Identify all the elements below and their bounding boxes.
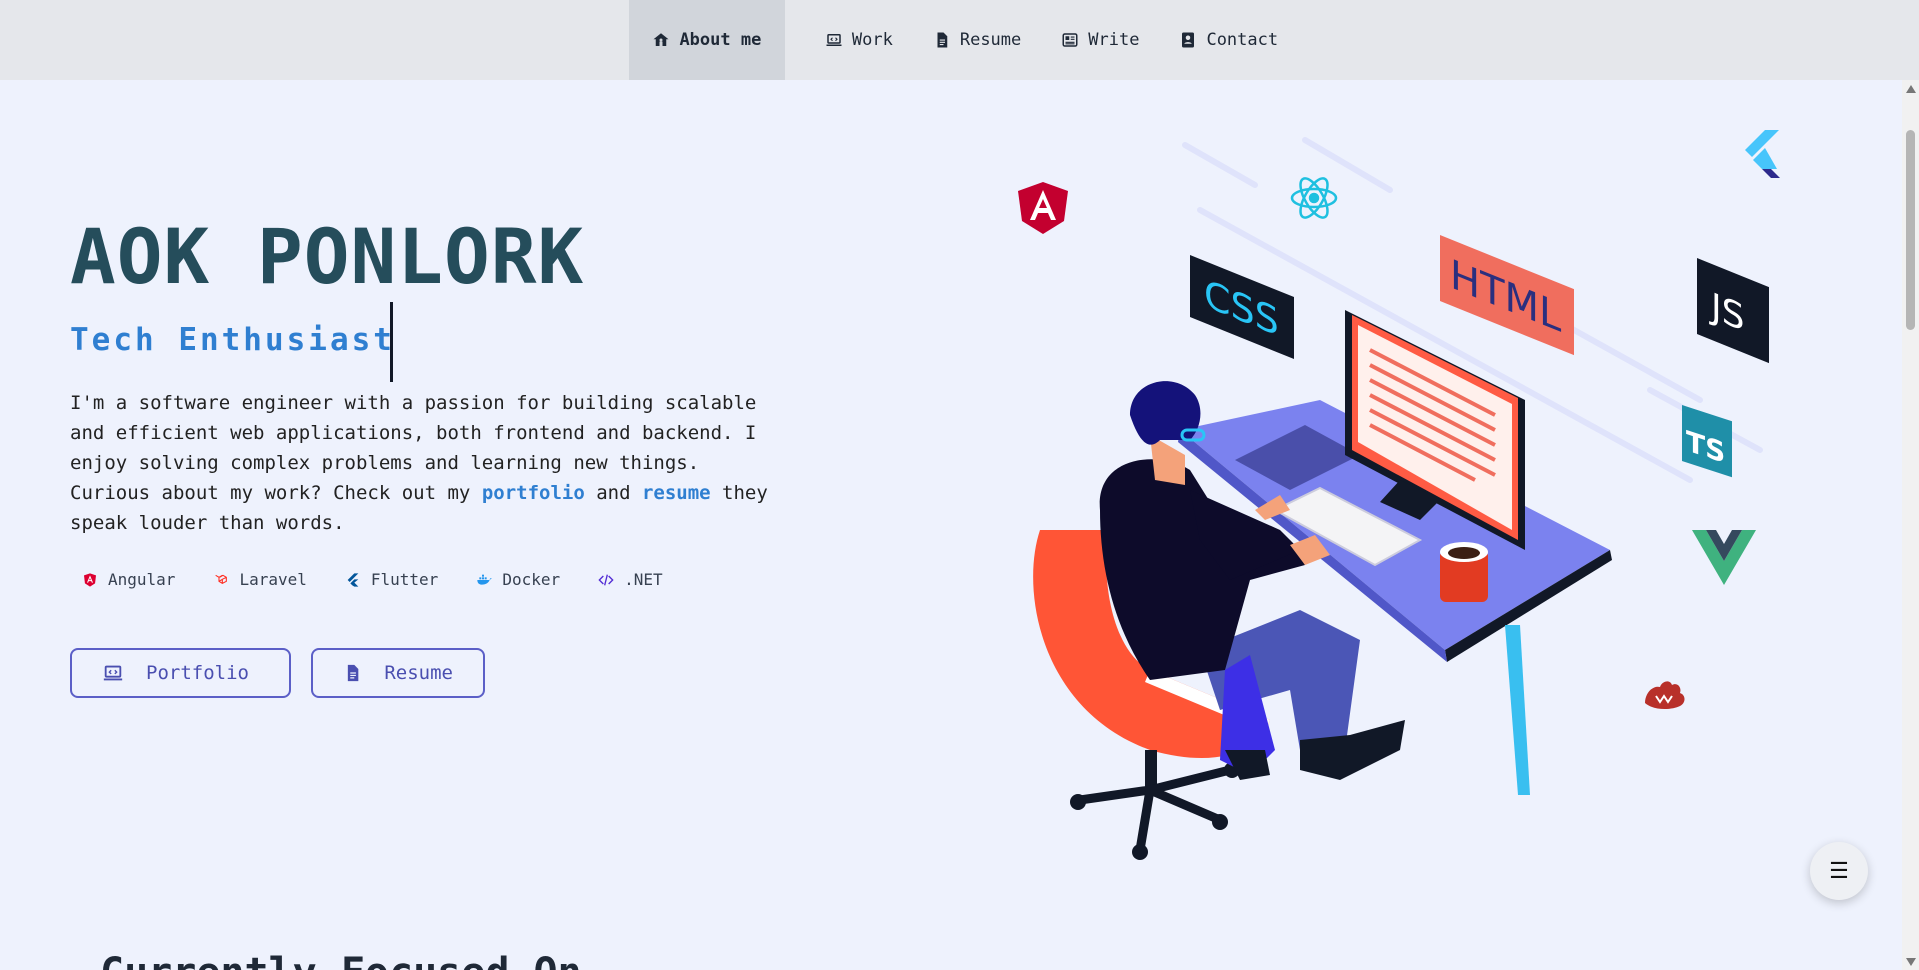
- floating-menu-button[interactable]: ☰: [1810, 842, 1868, 900]
- css-tile: CSS: [1190, 255, 1294, 360]
- newspaper-icon: [1062, 33, 1078, 47]
- code-icon: [598, 574, 614, 585]
- tech-label: Flutter: [370, 570, 439, 589]
- tech-item-laravel: Laravel: [213, 570, 307, 589]
- flutter-logo-icon: [1745, 130, 1780, 178]
- nav-label: Resume: [959, 30, 1022, 50]
- tech-label: .NET: [624, 570, 663, 589]
- home-icon: [653, 33, 669, 46]
- nav-item-about[interactable]: About me: [628, 0, 785, 80]
- tech-item-docker: Docker: [476, 570, 560, 589]
- hamburger-icon: ☰: [1829, 858, 1849, 884]
- angular-icon: [84, 572, 96, 587]
- laravel-logo-icon: [1645, 681, 1685, 710]
- nav-label: About me: [679, 30, 762, 50]
- laptop-code-icon: [103, 665, 123, 681]
- top-navigation: About me Work Resume Write Contact: [0, 0, 1919, 80]
- file-icon: [347, 664, 359, 682]
- tech-label: Angular: [108, 570, 176, 589]
- scroll-up-arrow-icon[interactable]: [1902, 80, 1919, 97]
- tech-label: Laravel: [239, 570, 307, 589]
- nav-item-work[interactable]: Work: [805, 0, 913, 80]
- tech-label: Docker: [502, 570, 561, 589]
- vue-logo-icon: [1692, 530, 1756, 585]
- nav-item-resume[interactable]: Resume: [913, 0, 1041, 80]
- angular-badge-icon: [1018, 182, 1068, 234]
- nav-label: Work: [851, 30, 893, 50]
- contact-book-icon: [1182, 32, 1195, 48]
- portfolio-link[interactable]: portfolio: [482, 482, 585, 504]
- file-icon: [937, 32, 948, 48]
- nav-item-write[interactable]: Write: [1041, 0, 1159, 80]
- typing-caret: [390, 302, 393, 382]
- hero-buttons: Portfolio Resume: [70, 648, 485, 698]
- developer-illustration: CSS HTML JS TS: [1018, 130, 1780, 860]
- html-tile: HTML: [1440, 235, 1574, 356]
- button-label: Portfolio: [146, 662, 249, 684]
- flutter-icon: [347, 572, 359, 587]
- tech-item-angular: Angular: [82, 570, 175, 589]
- hero-subtitle: Tech Enthusiast: [70, 322, 395, 358]
- scroll-down-arrow-icon[interactable]: [1902, 953, 1919, 970]
- coffee-mug: [1440, 542, 1488, 602]
- resume-link[interactable]: resume: [642, 482, 711, 504]
- nav-item-contact[interactable]: Contact: [1159, 0, 1298, 80]
- page-scrollbar[interactable]: [1902, 80, 1919, 970]
- button-label: Resume: [384, 662, 453, 684]
- hero-bio: I'm a software engineer with a passion f…: [70, 388, 790, 538]
- laptop-code-icon: [826, 34, 842, 46]
- nav-items: About me Work Resume Write Contact: [628, 0, 1298, 80]
- docker-icon: [477, 574, 493, 585]
- section-title-focus: Currently Focused On: [100, 950, 582, 970]
- nav-label: Contact: [1206, 30, 1279, 50]
- hero-name: AOK PONLORK: [70, 212, 585, 301]
- resume-button[interactable]: Resume: [311, 648, 485, 698]
- ts-tile: TS: [1682, 405, 1732, 478]
- react-icon: [1290, 177, 1338, 219]
- nav-label: Write: [1088, 30, 1140, 50]
- portfolio-button[interactable]: Portfolio: [70, 648, 291, 698]
- tech-stack-list: Angular Laravel Flutter Docker .NET: [82, 570, 663, 589]
- scrollbar-thumb[interactable]: [1906, 130, 1915, 330]
- bio-text: and: [584, 482, 642, 504]
- js-tile: JS: [1697, 258, 1769, 364]
- tech-item-dotnet: .NET: [598, 570, 663, 589]
- tech-item-flutter: Flutter: [345, 570, 438, 589]
- laravel-icon: [215, 574, 228, 584]
